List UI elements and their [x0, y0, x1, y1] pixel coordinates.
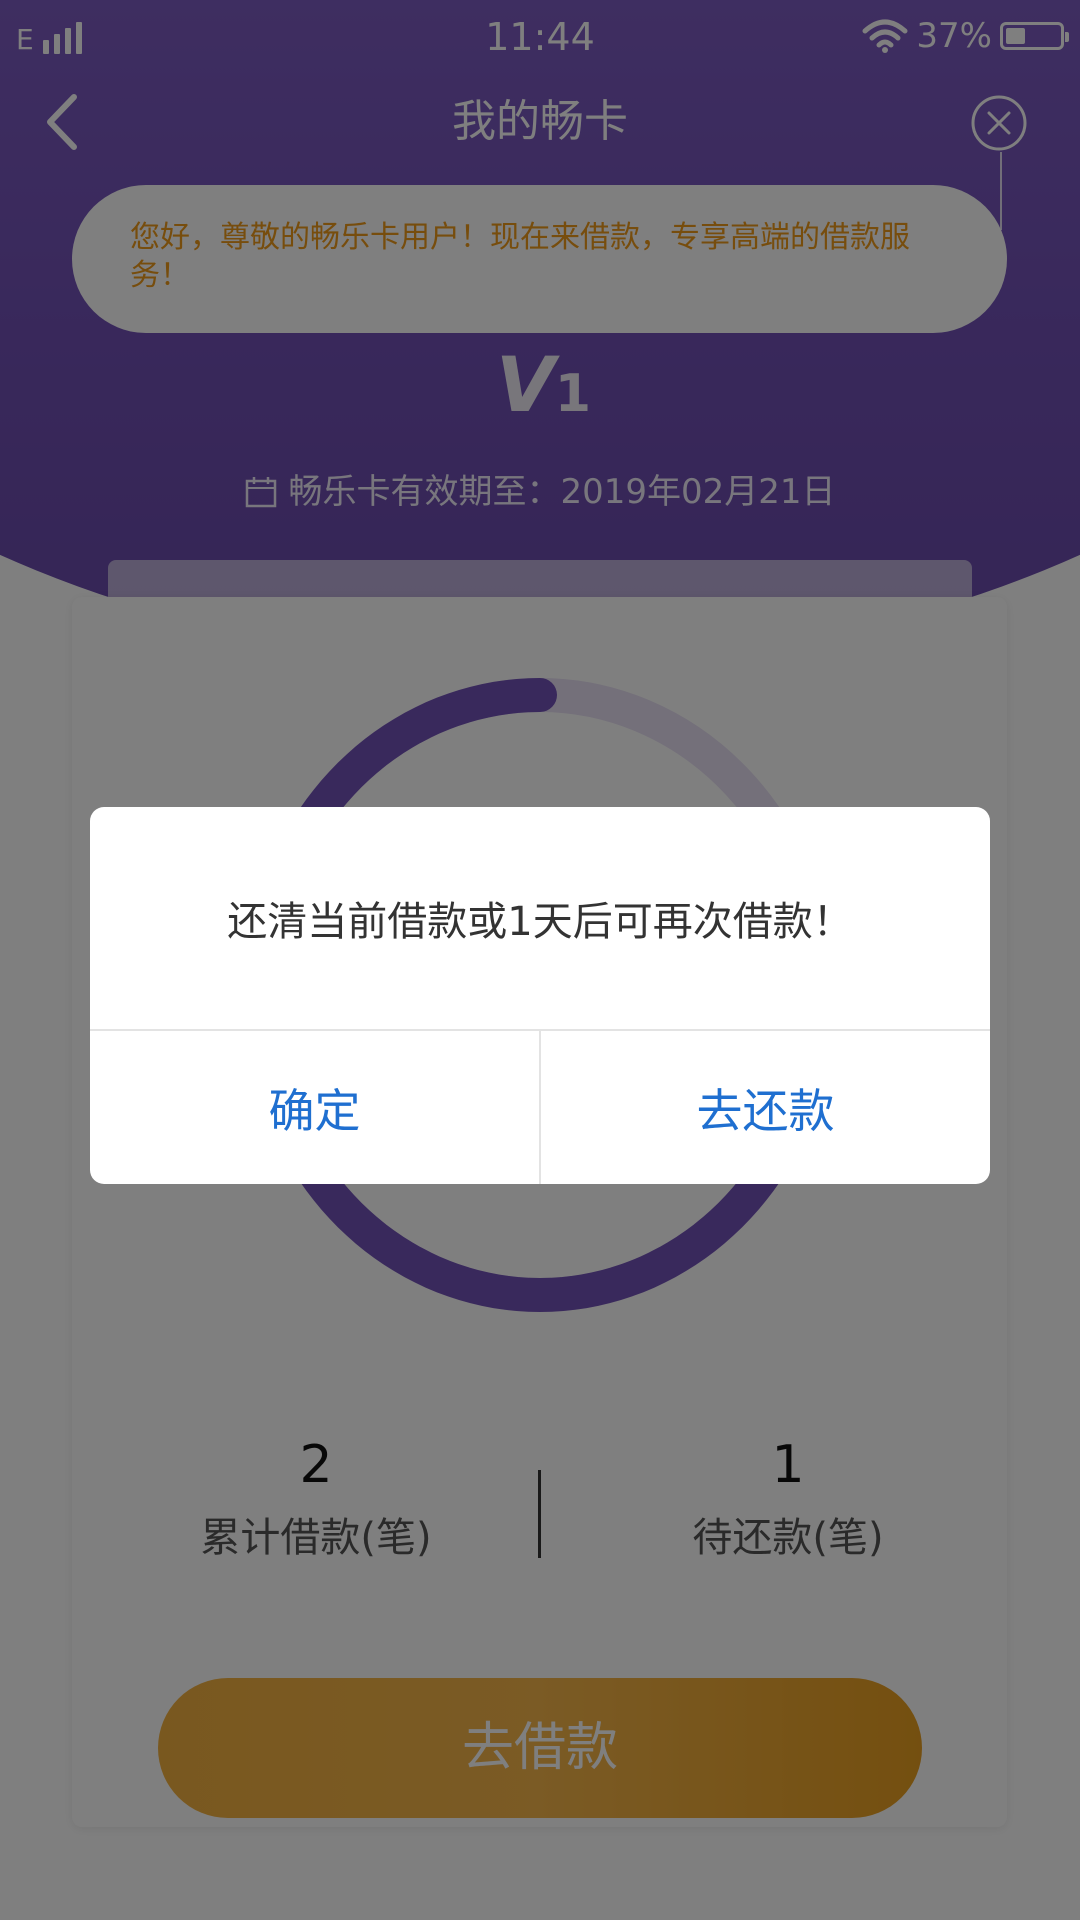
dialog-message: 还清当前借款或1天后可再次借款！: [227, 899, 853, 945]
alert-dialog: 还清当前借款或1天后可再次借款！ 确定 去还款: [90, 807, 990, 1184]
repay-button[interactable]: 去还款: [541, 1031, 990, 1184]
confirm-button[interactable]: 确定: [90, 1031, 539, 1184]
